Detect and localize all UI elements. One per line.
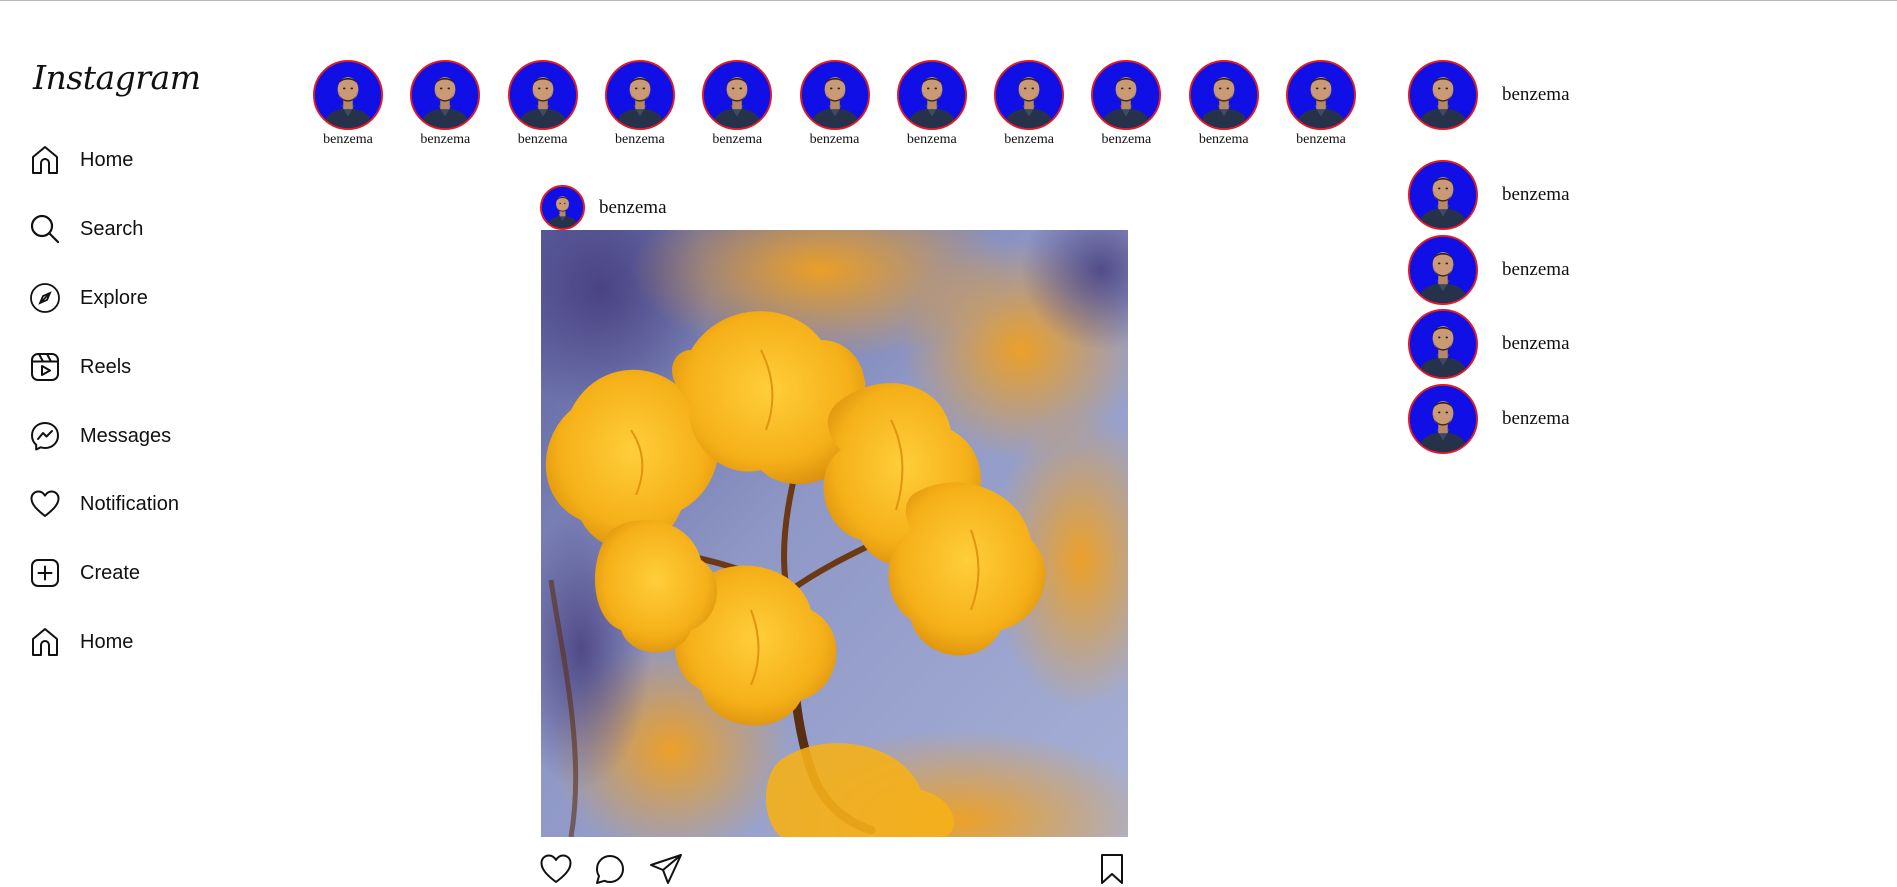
top-divider (0, 0, 1897, 1)
story-username[interactable]: benzema (410, 132, 480, 148)
avatar[interactable] (507, 60, 578, 130)
avatar[interactable] (1408, 309, 1478, 379)
share-icon (650, 854, 682, 884)
suggestion-item[interactable]: benzema (1408, 384, 1570, 454)
messenger-icon (28, 419, 62, 453)
story-item[interactable]: benzema (604, 60, 675, 148)
heart-icon (540, 854, 572, 883)
sidebar-item-notification[interactable]: Notification (28, 484, 248, 524)
story-item[interactable]: benzema (994, 60, 1065, 148)
story-username[interactable]: benzema (702, 132, 772, 148)
story-item[interactable]: benzema (313, 60, 383, 148)
sidebar-item-create[interactable]: Create (28, 553, 248, 593)
sidebar-item-reels[interactable]: Reels (28, 347, 248, 387)
sidebar-item-home[interactable]: Home (28, 140, 248, 180)
suggestion-item[interactable]: benzema (1408, 235, 1570, 305)
instagram-page: Instagram Home Search Explore Reels Mess… (0, 0, 1897, 887)
suggestion-item[interactable]: benzema (1408, 160, 1570, 230)
post-actions (538, 851, 1132, 887)
post-username[interactable]: benzema (599, 197, 667, 219)
story-item[interactable]: benzema (507, 60, 578, 148)
current-user[interactable]: benzema (1408, 60, 1570, 130)
story-username[interactable]: benzema (313, 132, 383, 148)
avatar[interactable] (1286, 60, 1356, 130)
comment-icon (596, 855, 624, 884)
story-item[interactable]: benzema (896, 60, 967, 148)
avatar[interactable] (1091, 60, 1162, 130)
sidebar-item-label: Create (80, 561, 141, 584)
avatar[interactable] (313, 60, 383, 130)
avatar[interactable] (1188, 60, 1259, 130)
story-item[interactable]: benzema (1286, 60, 1356, 148)
story-username[interactable]: benzema (508, 132, 578, 148)
story-username[interactable]: benzema (897, 132, 967, 148)
avatar[interactable] (604, 60, 675, 130)
avatar[interactable] (1408, 60, 1478, 130)
suggestion-name[interactable]: benzema (1502, 408, 1570, 430)
stories-bar: benzema benzema benzema benzema benzema benze… (313, 60, 1363, 150)
share-button[interactable] (648, 851, 684, 887)
avatar[interactable] (1408, 160, 1478, 230)
sidebar-item-label: Messages (80, 424, 172, 447)
suggestion-name[interactable]: benzema (1502, 259, 1570, 281)
home-icon (28, 143, 62, 177)
bookmark-icon (1101, 854, 1123, 884)
avatar[interactable] (799, 60, 870, 130)
save-button[interactable] (1094, 851, 1130, 887)
story-username[interactable]: benzema (1091, 132, 1161, 148)
home-icon (28, 625, 62, 659)
sidebar-item-label: Reels (80, 355, 132, 378)
suggestion-item[interactable]: benzema (1408, 309, 1570, 379)
reels-icon (28, 350, 62, 384)
story-item[interactable]: benzema (702, 60, 773, 148)
like-button[interactable] (538, 851, 574, 887)
avatar[interactable] (702, 60, 773, 130)
sidebar-item-search[interactable]: Search (28, 209, 248, 249)
sidebar-item-label: Notification (80, 492, 179, 515)
story-username[interactable]: benzema (605, 132, 675, 148)
sidebar-item-label: Home (80, 148, 134, 171)
heart-icon (28, 487, 62, 521)
search-icon (28, 212, 62, 246)
story-item[interactable]: benzema (1188, 60, 1259, 148)
post-header: benzema (540, 185, 667, 230)
avatar[interactable] (994, 60, 1065, 130)
instagram-logo[interactable]: Instagram (33, 58, 201, 97)
compass-icon (28, 281, 62, 315)
story-username[interactable]: benzema (994, 132, 1064, 148)
sidebar-item-explore[interactable]: Explore (28, 278, 248, 318)
sidebar-item-label: Explore (80, 286, 148, 309)
story-item[interactable]: benzema (1091, 60, 1162, 148)
story-username[interactable]: benzema (1189, 132, 1259, 148)
story-username[interactable]: benzema (800, 132, 870, 148)
story-item[interactable]: benzema (410, 60, 481, 148)
sidebar-item-label: Home (80, 630, 134, 653)
comment-button[interactable] (592, 851, 628, 887)
suggestion-name[interactable]: benzema (1502, 184, 1570, 206)
avatar[interactable] (896, 60, 967, 130)
avatar[interactable] (540, 185, 585, 230)
post-image[interactable] (541, 230, 1128, 837)
story-item[interactable]: benzema (799, 60, 870, 148)
avatar[interactable] (1408, 235, 1478, 305)
plus-square-icon (28, 556, 62, 590)
sidebar-item-messages[interactable]: Messages (28, 416, 248, 456)
avatar[interactable] (410, 60, 481, 130)
sidebar-item-label: Search (80, 217, 144, 240)
current-user-name[interactable]: benzema (1502, 84, 1570, 106)
avatar[interactable] (1408, 384, 1478, 454)
sidebar-item-home-2[interactable]: Home (28, 622, 248, 662)
story-username[interactable]: benzema (1286, 132, 1356, 148)
suggestion-name[interactable]: benzema (1502, 333, 1570, 355)
